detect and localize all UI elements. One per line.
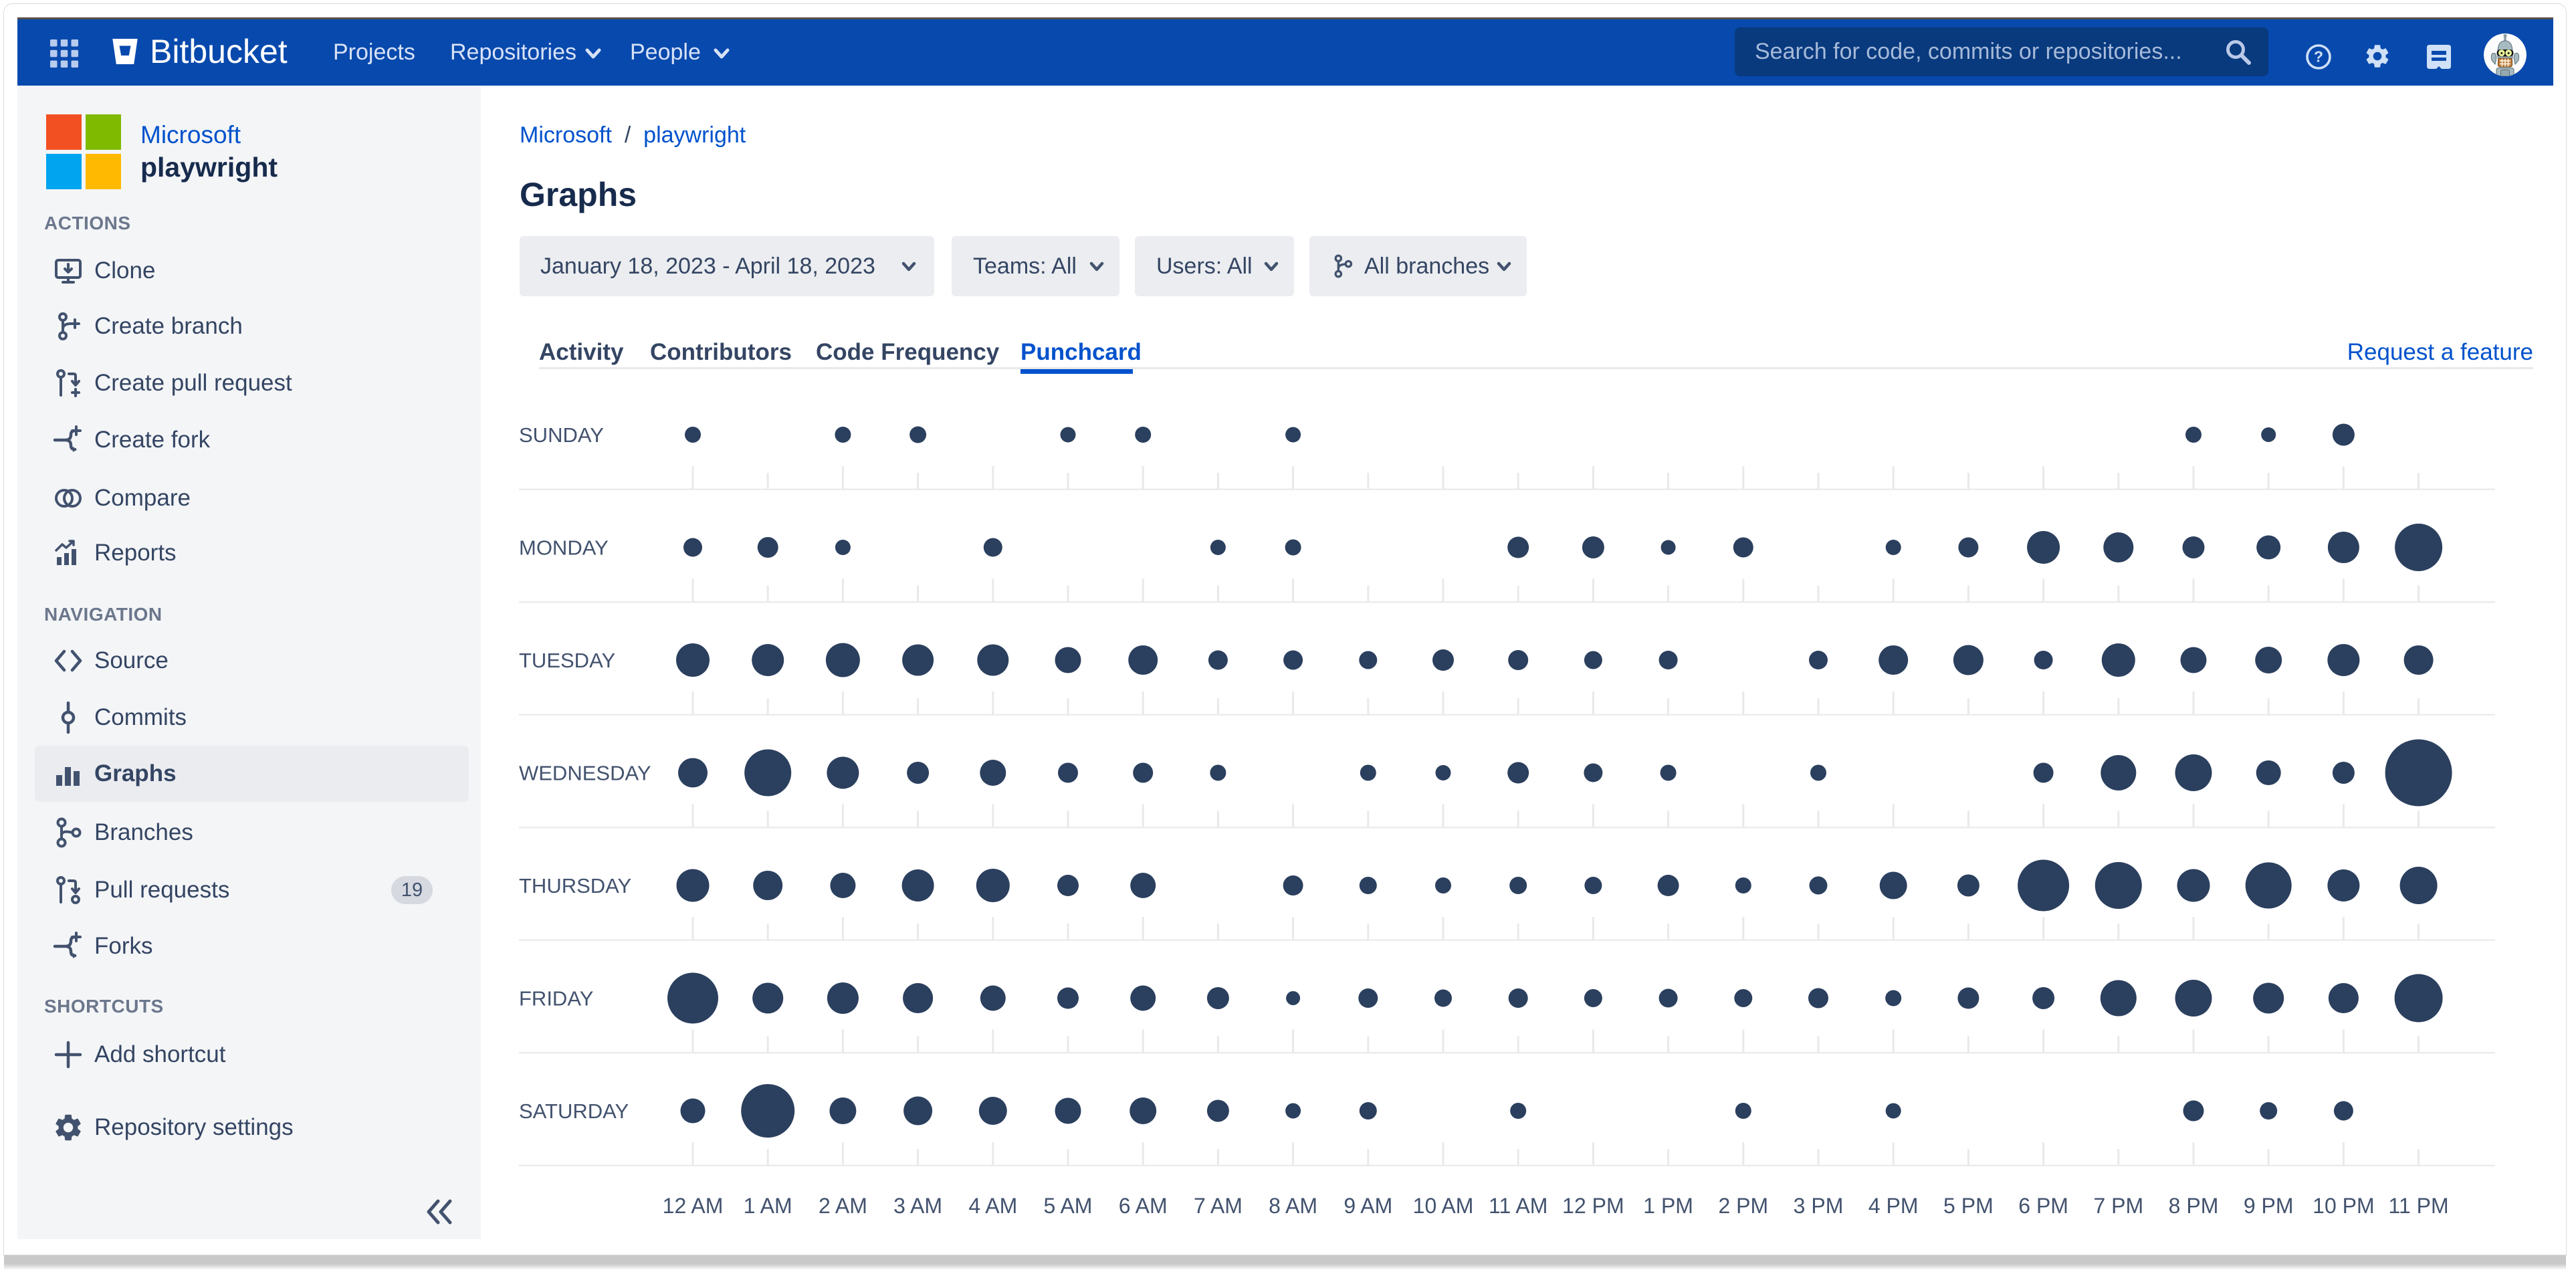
svg-text:SATURDAY: SATURDAY: [519, 1099, 629, 1123]
svg-text:11 PM: 11 PM: [2389, 1194, 2449, 1218]
svg-text:5 AM: 5 AM: [1044, 1194, 1093, 1218]
svg-text:FRIDAY: FRIDAY: [519, 987, 593, 1011]
svg-text:8 PM: 8 PM: [2169, 1194, 2219, 1218]
svg-text:12 PM: 12 PM: [1562, 1194, 1624, 1218]
svg-text:7 PM: 7 PM: [2093, 1194, 2143, 1218]
svg-text:4 PM: 4 PM: [1868, 1194, 1919, 1218]
svg-text:3 PM: 3 PM: [1794, 1194, 1844, 1218]
svg-text:12 AM: 12 AM: [663, 1194, 724, 1218]
svg-text:?: ?: [2314, 48, 2323, 66]
svg-text:SUNDAY: SUNDAY: [519, 423, 604, 447]
svg-text:TUESDAY: TUESDAY: [519, 649, 615, 672]
svg-text:MONDAY: MONDAY: [519, 536, 609, 560]
svg-text:2 AM: 2 AM: [819, 1194, 867, 1218]
svg-text:7 AM: 7 AM: [1194, 1194, 1243, 1218]
svg-text:5 PM: 5 PM: [1943, 1194, 1994, 1218]
svg-text:10 AM: 10 AM: [1413, 1194, 1474, 1218]
svg-text:WEDNESDAY: WEDNESDAY: [519, 762, 651, 785]
svg-text:4 AM: 4 AM: [968, 1194, 1017, 1218]
svg-text:8 AM: 8 AM: [1269, 1194, 1317, 1218]
svg-text:6 PM: 6 PM: [2018, 1194, 2068, 1218]
svg-text:2 PM: 2 PM: [1718, 1194, 1768, 1218]
svg-text:9 AM: 9 AM: [1344, 1194, 1392, 1218]
svg-text:6 AM: 6 AM: [1119, 1194, 1168, 1218]
svg-text:9 PM: 9 PM: [2244, 1194, 2294, 1218]
svg-text:1 PM: 1 PM: [1643, 1194, 1693, 1218]
svg-text:3 AM: 3 AM: [893, 1194, 942, 1218]
svg-text:10 PM: 10 PM: [2313, 1194, 2374, 1218]
svg-text:THURSDAY: THURSDAY: [519, 874, 631, 897]
svg-text:11 AM: 11 AM: [1489, 1194, 1547, 1218]
svg-text:1 AM: 1 AM: [744, 1194, 792, 1218]
